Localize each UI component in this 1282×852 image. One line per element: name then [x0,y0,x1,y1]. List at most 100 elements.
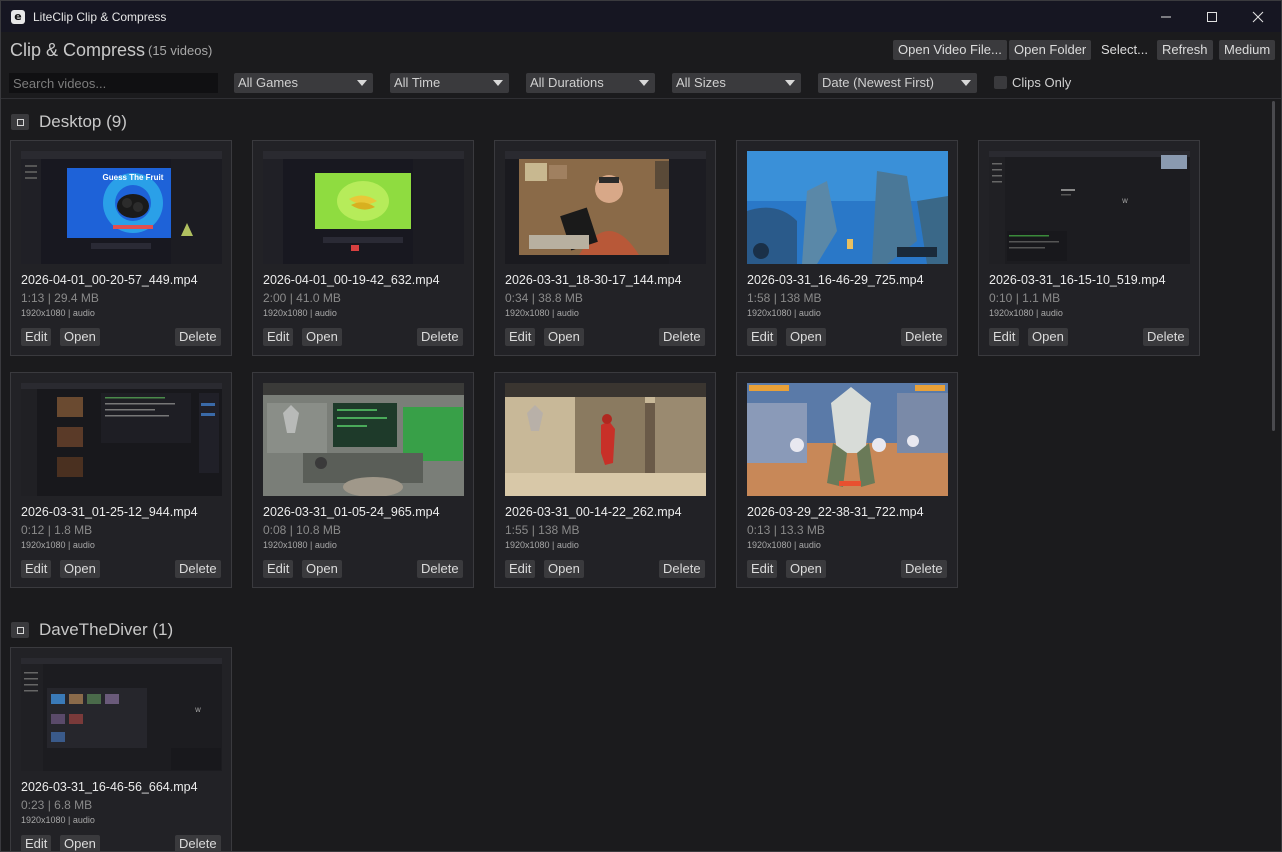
delete-button[interactable]: Delete [901,328,947,346]
title-bar[interactable]: e LiteClip Clip & Compress [1,1,1281,32]
open-video-file-button[interactable]: Open Video File... [893,40,1007,60]
edit-button[interactable]: Edit [505,560,536,578]
close-icon [1252,11,1264,22]
video-resolution: 1920x1080 | audio [263,308,337,318]
delete-button[interactable]: Delete [175,835,221,851]
search-input[interactable] [9,73,218,93]
open-button[interactable]: Open [302,560,342,578]
video-filename: 2026-03-31_16-46-56_664.mp4 [21,780,198,794]
delete-button[interactable]: Delete [659,328,705,346]
app-logo-icon: e [11,9,25,24]
page-title: Clip & Compress [10,40,146,60]
svg-text:W: W [1122,198,1128,205]
video-card[interactable]: W 2026-03-31_16-46-56_664.mp4 0:23 | 6.8… [10,647,232,851]
edit-button[interactable]: Edit [505,328,536,346]
group-title: Desktop (9) [39,112,127,131]
delete-button[interactable]: Delete [417,328,463,346]
video-meta: 0:12 | 1.8 MB [21,523,93,537]
video-thumbnail[interactable] [263,151,464,264]
edit-button[interactable]: Edit [21,328,52,346]
video-thumbnail[interactable] [263,383,464,496]
video-thumbnail[interactable] [21,383,222,496]
video-resolution: 1920x1080 | audio [21,308,95,318]
delete-button[interactable]: Delete [659,560,705,578]
open-button[interactable]: Open [60,328,100,346]
sort-select[interactable]: Date (Newest First) [818,73,977,93]
open-button[interactable]: Open [60,835,100,851]
delete-button[interactable]: Delete [175,560,221,578]
edit-button[interactable]: Edit [263,560,294,578]
video-card[interactable]: 2026-03-29_22-38-31_722.mp4 0:13 | 13.3 … [736,372,958,588]
edit-button[interactable]: Edit [989,328,1020,346]
video-meta: 0:23 | 6.8 MB [21,798,93,812]
open-button[interactable]: Open [786,560,826,578]
games-filter-select[interactable]: All Games [234,73,373,93]
time-filter-value: All Time [394,75,441,90]
delete-button[interactable]: Delete [175,328,221,346]
delete-button[interactable]: Delete [1143,328,1189,346]
video-thumbnail[interactable] [747,383,948,496]
video-card[interactable]: 2026-03-31_00-14-22_262.mp4 1:55 | 138 M… [494,372,716,588]
delete-button[interactable]: Delete [417,560,463,578]
delete-button[interactable]: Delete [901,560,947,578]
video-thumbnail[interactable]: W [989,151,1190,264]
edit-button[interactable]: Edit [747,560,778,578]
size-filter-select[interactable]: All Sizes [672,73,801,93]
video-filename: 2026-03-31_00-14-22_262.mp4 [505,505,682,519]
group-header-desktop: Desktop (9) [11,112,127,132]
open-button[interactable]: Open [60,560,100,578]
chevron-down-icon [961,80,971,86]
open-button[interactable]: Open [786,328,826,346]
open-folder-button[interactable]: Open Folder [1009,40,1092,60]
video-card[interactable]: Guess The Fruit 2026-04-01_00-20-57_449.… [10,140,232,356]
scrollbar[interactable] [1272,101,1275,431]
video-card[interactable]: 2026-04-01_00-19-42_632.mp4 2:00 | 41.0 … [252,140,474,356]
clips-only-label: Clips Only [1012,75,1072,90]
duration-filter-select[interactable]: All Durations [526,73,655,93]
refresh-button[interactable]: Refresh [1157,40,1213,60]
video-resolution: 1920x1080 | audio [989,308,1063,318]
toolbar: Clip & Compress (15 videos) Open Video F… [1,32,1281,68]
select-button[interactable]: Select... [1096,40,1153,60]
maximize-button[interactable] [1189,1,1235,32]
video-card[interactable]: 2026-03-31_01-25-12_944.mp4 0:12 | 1.8 M… [10,372,232,588]
video-thumbnail[interactable] [747,151,948,264]
video-resolution: 1920x1080 | audio [263,540,337,550]
clips-only-toggle[interactable]: Clips Only [994,75,1071,90]
edit-button[interactable]: Edit [263,328,294,346]
open-button[interactable]: Open [544,560,584,578]
video-thumbnail[interactable] [505,151,706,264]
edit-button[interactable]: Edit [21,560,52,578]
video-thumbnail[interactable]: W [21,658,222,771]
close-button[interactable] [1235,1,1281,32]
video-filename: 2026-03-31_16-46-29_725.mp4 [747,273,924,287]
duration-filter-value: All Durations [530,75,604,90]
video-thumbnail[interactable]: Guess The Fruit [21,151,222,264]
video-card[interactable]: 2026-03-31_01-05-24_965.mp4 0:08 | 10.8 … [252,372,474,588]
video-card[interactable]: 2026-03-31_18-30-17_144.mp4 0:34 | 38.8 … [494,140,716,356]
open-button[interactable]: Open [544,328,584,346]
chevron-down-icon [357,80,367,86]
collapse-group-button[interactable] [11,114,29,130]
video-list: Desktop (9) Guess The Fruit 2026-04-01_0… [1,100,1269,851]
minimize-button[interactable] [1143,1,1189,32]
quality-dropdown[interactable]: Medium [1219,40,1276,60]
clips-only-checkbox[interactable] [994,76,1007,89]
open-button[interactable]: Open [1028,328,1068,346]
collapse-group-button[interactable] [11,622,29,638]
video-card[interactable]: W 2026-03-31_16-15-10_519.mp4 0:10 | 1.1… [978,140,1200,356]
chevron-down-icon [639,80,649,86]
video-resolution: 1920x1080 | audio [505,540,579,550]
video-card[interactable]: 2026-03-31_16-46-29_725.mp4 1:58 | 138 M… [736,140,958,356]
edit-button[interactable]: Edit [747,328,778,346]
time-filter-select[interactable]: All Time [390,73,509,93]
video-resolution: 1920x1080 | audio [21,540,95,550]
video-meta: 0:08 | 10.8 MB [263,523,341,537]
open-button[interactable]: Open [302,328,342,346]
video-count: (15 videos) [148,43,213,58]
size-filter-value: All Sizes [676,75,726,90]
video-filename: 2026-03-31_16-15-10_519.mp4 [989,273,1166,287]
edit-button[interactable]: Edit [21,835,52,851]
video-filename: 2026-04-01_00-19-42_632.mp4 [263,273,440,287]
video-thumbnail[interactable] [505,383,706,496]
